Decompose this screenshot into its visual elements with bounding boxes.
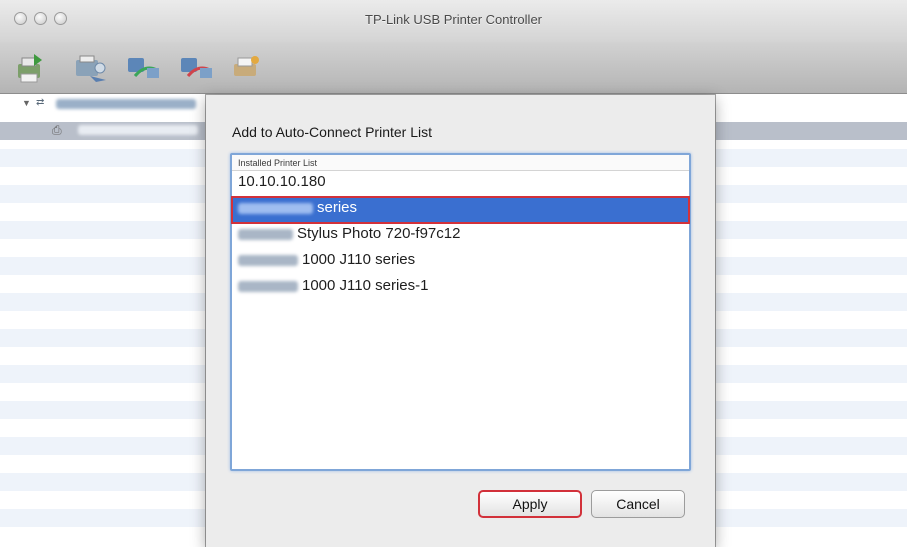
- network-connect-icon[interactable]: [125, 50, 163, 86]
- printer-list-item-label: Stylus Photo 720-f97c12: [297, 225, 461, 242]
- printer-icon: ⎙: [52, 123, 62, 137]
- printer-brand-redacted: [238, 228, 293, 240]
- disclosure-triangle-icon[interactable]: ▼: [22, 98, 31, 108]
- toolbar: [0, 42, 907, 94]
- printer-list-item-label: 1000 J110 series-1: [302, 277, 429, 294]
- printer-list-item[interactable]: series: [231, 196, 690, 224]
- printer-list-item-label: 1000 J110 series: [302, 251, 416, 268]
- cancel-button[interactable]: Cancel: [591, 490, 685, 518]
- network-disconnect-icon[interactable]: [178, 50, 216, 86]
- printer-brand-redacted: [238, 280, 298, 292]
- dialog-title: Add to Auto-Connect Printer List: [232, 124, 432, 140]
- printer-list-item[interactable]: 1000 J110 series: [232, 249, 689, 275]
- printer-list-item[interactable]: Stylus Photo 720-f97c12: [232, 223, 689, 249]
- network-device-icon: ⇄: [36, 97, 45, 108]
- printer-list-item[interactable]: 10.10.10.180: [232, 171, 689, 197]
- printer-list-item[interactable]: 1000 J110 series-1: [232, 275, 689, 301]
- apply-button[interactable]: Apply: [478, 490, 582, 518]
- window-title: TP-Link USB Printer Controller: [365, 12, 542, 27]
- printer-list-item-label: series: [317, 199, 358, 216]
- title-bar: TP-Link USB Printer Controller: [0, 0, 907, 42]
- printer-name-redacted: [78, 125, 198, 135]
- installed-printer-list[interactable]: Installed Printer List 10.10.10.180 serie…: [230, 153, 691, 471]
- auto-connect-icon[interactable]: [72, 50, 110, 86]
- printer-brand-redacted: [238, 254, 298, 266]
- printer-brand-redacted: [238, 202, 313, 214]
- auto-connect-sheet: Add to Auto-Connect Printer List Install…: [206, 95, 715, 547]
- printer-green-icon[interactable]: [12, 50, 50, 86]
- list-header: Installed Printer List: [232, 155, 689, 171]
- printer-settings-icon[interactable]: [228, 50, 266, 86]
- server-name-redacted: [56, 99, 196, 109]
- printer-list-item-label: 10.10.10.180: [238, 173, 326, 190]
